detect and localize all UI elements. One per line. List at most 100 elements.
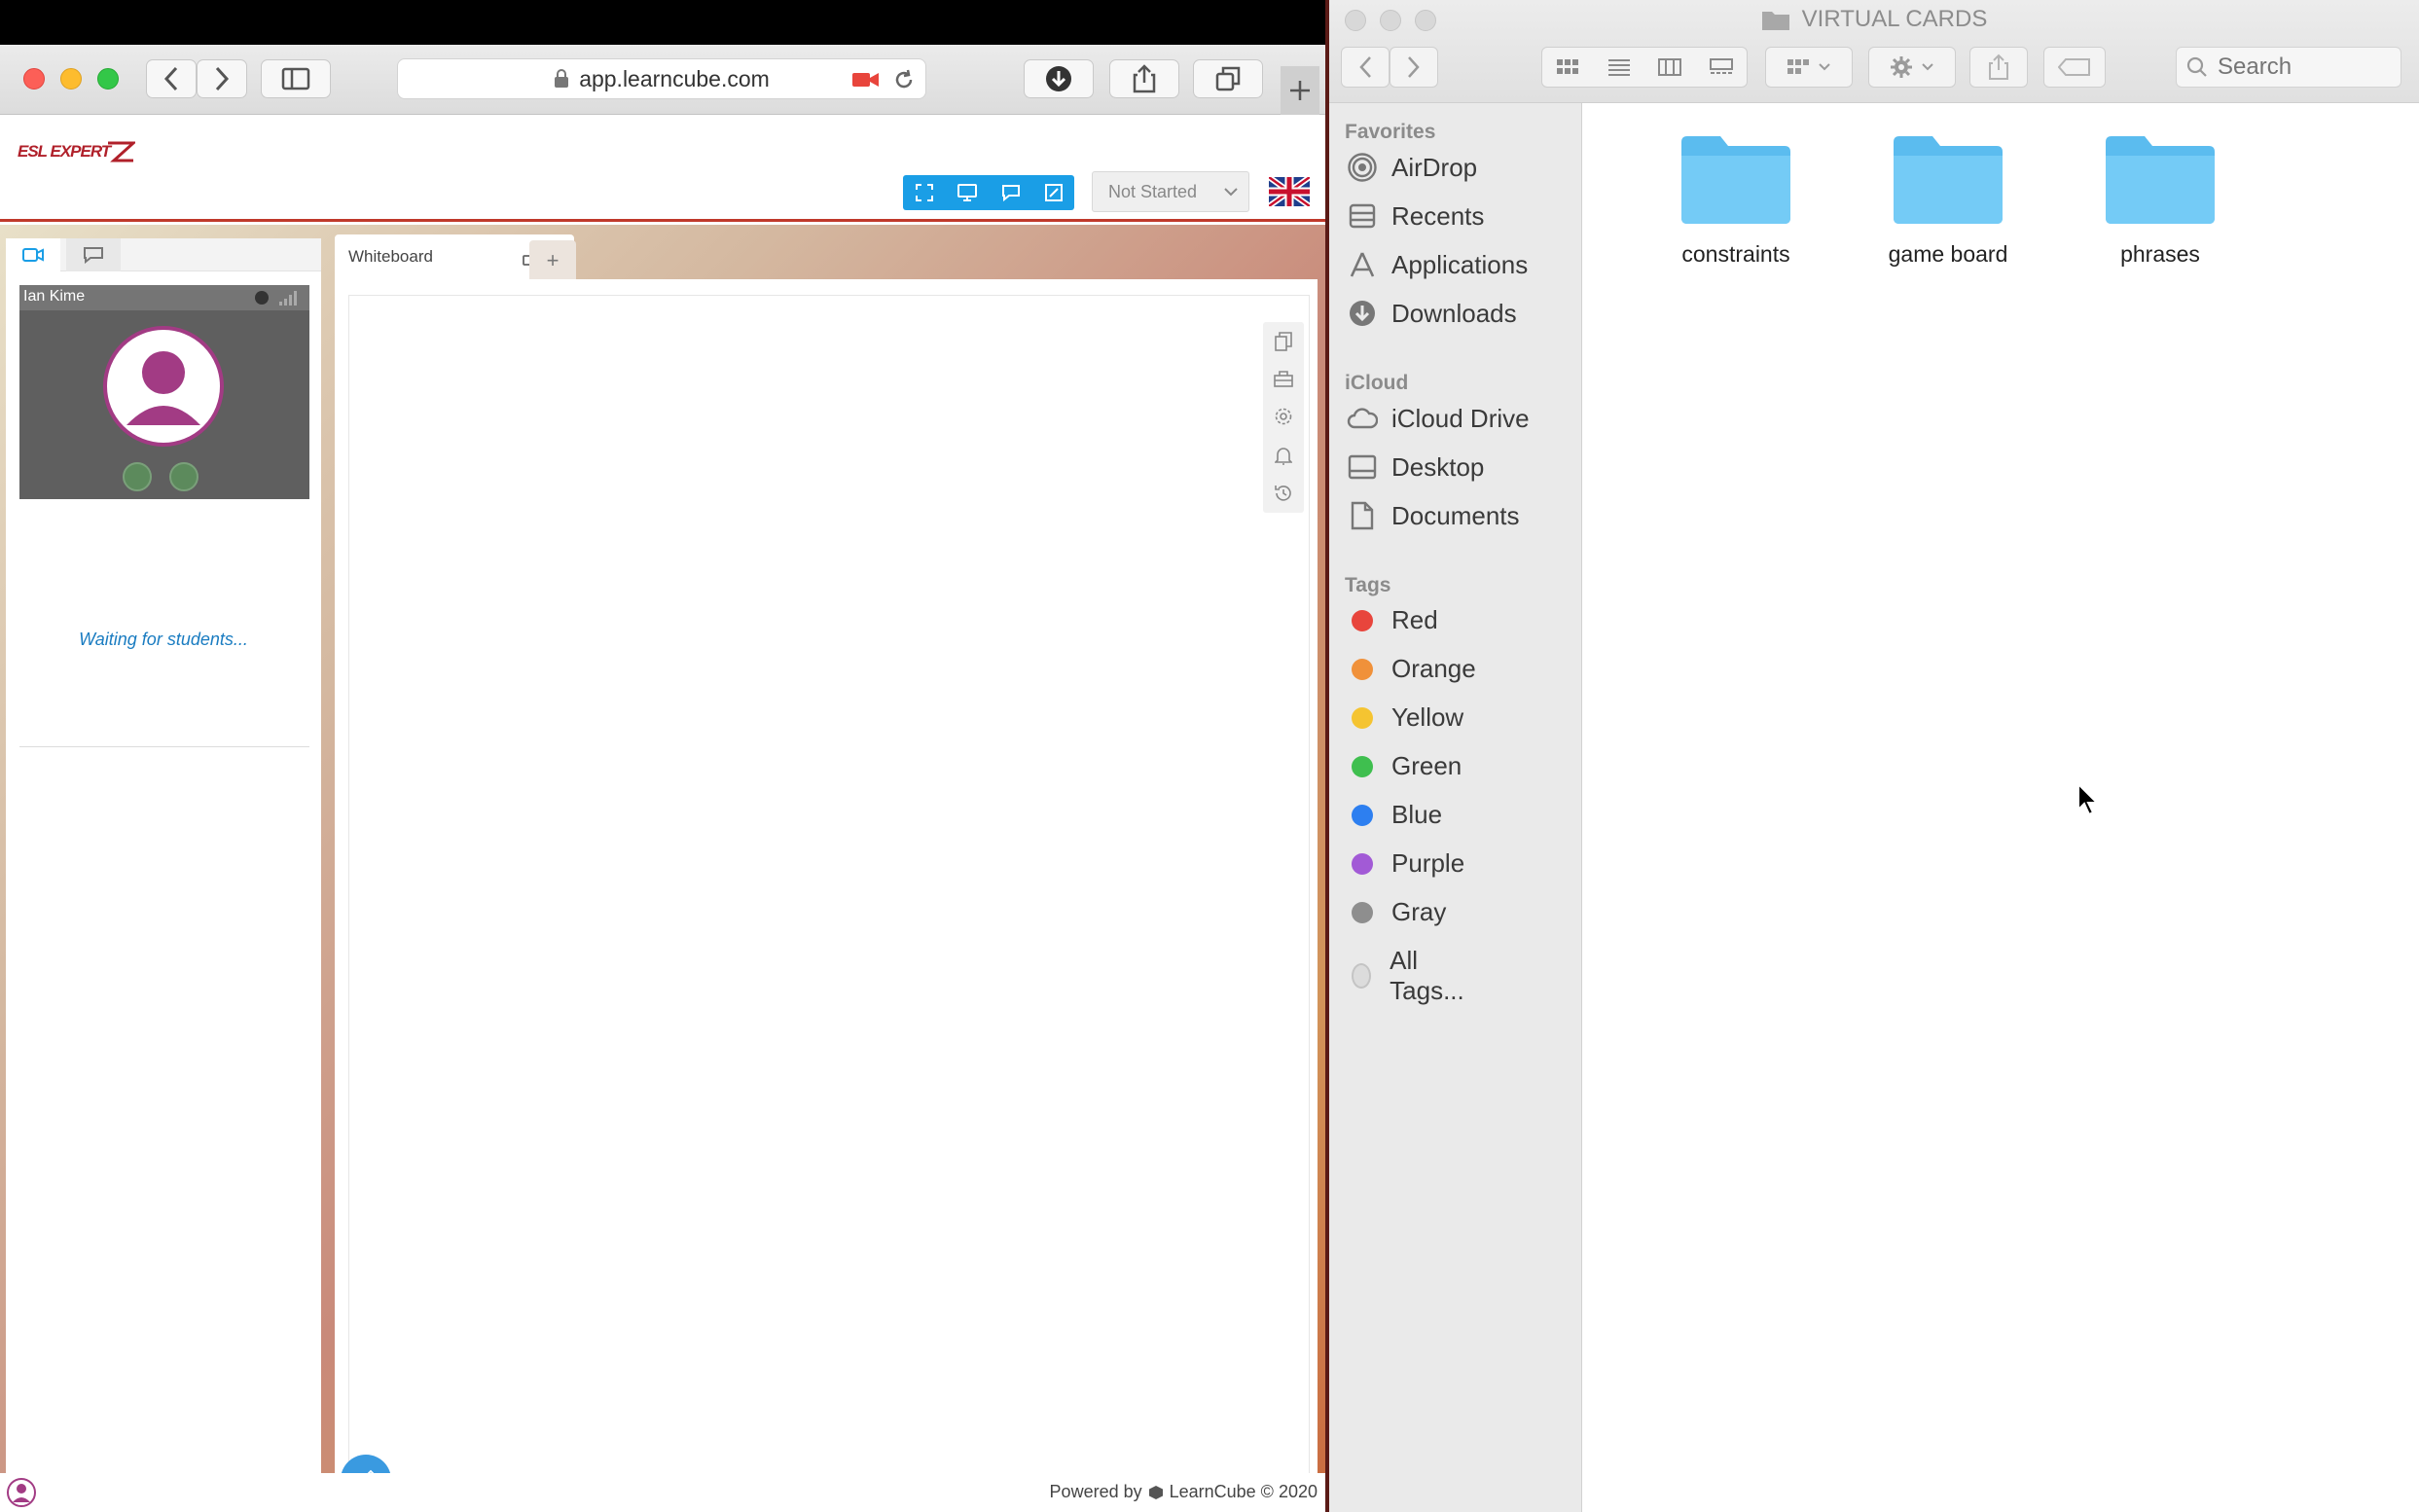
reload-icon[interactable] <box>892 68 916 91</box>
folder-icon <box>1681 136 1790 224</box>
sidebar-tag-item[interactable]: Gray <box>1347 897 1446 927</box>
downloads-button[interactable] <box>1024 59 1094 98</box>
learncube-cube-icon <box>1148 1485 1163 1499</box>
folder-icon <box>1894 136 2003 224</box>
sidebar-tag-item[interactable]: Purple <box>1347 848 1464 879</box>
cloud-icon <box>1347 403 1378 434</box>
tag-color-dot-icon <box>1352 804 1373 826</box>
edit-icon[interactable] <box>1044 184 1063 201</box>
sidebar-item-icloud-drive[interactable]: iCloud Drive <box>1347 403 1530 434</box>
document-icon <box>1347 500 1378 531</box>
screen-share-icon[interactable] <box>957 184 977 201</box>
gear-icon <box>1891 56 1912 78</box>
user-avatar-icon[interactable] <box>6 1477 37 1508</box>
tag-color-dot-icon <box>1352 901 1373 923</box>
share-button[interactable] <box>1109 59 1179 98</box>
folder-game-board[interactable]: game board <box>1841 132 2055 268</box>
camera-recording-icon[interactable] <box>851 70 881 90</box>
group-icon <box>1787 59 1809 74</box>
chat-icon[interactable] <box>1001 184 1021 201</box>
sidebar-item-desktop[interactable]: Desktop <box>1347 451 1484 483</box>
class-status-select[interactable]: Not Started <box>1092 171 1249 212</box>
edit-tags-button[interactable] <box>2043 47 2106 88</box>
microphone-toggle[interactable] <box>123 462 152 491</box>
chevron-down-icon <box>1224 188 1238 197</box>
sidebar-item-applications[interactable]: Applications <box>1347 249 1528 280</box>
group-by-button[interactable] <box>1765 47 1853 88</box>
folder-label: game board <box>1888 241 2008 267</box>
chat-tab[interactable] <box>66 238 121 271</box>
new-tab-button[interactable] <box>1281 66 1319 115</box>
finder-sidebar: Favorites AirDrop Recents Applications D… <box>1329 103 1582 1512</box>
sidebar-tag-label: Red <box>1391 605 1438 634</box>
search-icon <box>2186 56 2207 77</box>
classroom-area: Ian Kime Waiting for students... Whitebo… <box>0 225 1325 1512</box>
participant-name-bar: Ian Kime <box>19 285 309 310</box>
sidebar-item-downloads[interactable]: Downloads <box>1347 298 1517 329</box>
lock-icon <box>555 69 569 88</box>
search-input[interactable] <box>2216 53 2385 82</box>
sidebar-tag-item[interactable]: All Tags... <box>1347 946 1470 1006</box>
forward-button[interactable] <box>197 59 247 98</box>
zoom-window-button[interactable] <box>97 68 119 90</box>
sidebar-tag-item[interactable]: Blue <box>1347 800 1442 830</box>
sidebar-tag-label: Blue <box>1391 800 1443 829</box>
uk-flag-icon[interactable] <box>1269 177 1310 206</box>
sidebar-item-recents[interactable]: Recents <box>1347 200 1484 232</box>
favorites-header: Favorites <box>1345 121 1436 143</box>
sidebar-item-label: Recents <box>1391 200 1485 231</box>
settings-gear-icon[interactable] <box>1274 407 1293 426</box>
finder-back-button[interactable] <box>1341 47 1390 88</box>
add-tab-button[interactable]: + <box>529 240 576 281</box>
column-view-icon[interactable] <box>1658 57 1682 77</box>
sidebar-tag-label: Orange <box>1391 654 1476 683</box>
sidebar-tag-label: Green <box>1391 751 1462 780</box>
sidebar-tag-item[interactable]: Orange <box>1347 654 1476 684</box>
download-icon <box>1046 66 1071 91</box>
chevron-left-icon <box>1359 56 1371 78</box>
whiteboard-canvas[interactable] <box>348 295 1310 1497</box>
toolbox-icon[interactable] <box>1274 370 1293 388</box>
participant-video-tile: Ian Kime <box>19 285 309 499</box>
tabs-overview-button[interactable] <box>1193 59 1263 98</box>
mouse-cursor-icon <box>2077 782 2100 816</box>
video-tab[interactable] <box>6 238 60 271</box>
sidebar-tag-item[interactable]: Yellow <box>1347 702 1463 733</box>
finder-share-button[interactable] <box>1969 47 2028 88</box>
esl-expert-logo[interactable]: ESL EXPERT <box>18 134 136 169</box>
sidebar-tag-item[interactable]: Red <box>1347 605 1438 635</box>
address-bar[interactable]: app.learncube.com <box>397 58 926 99</box>
sidebar-tag-label: Gray <box>1391 897 1447 926</box>
tag-icon <box>2058 58 2090 76</box>
sidebar-tag-label: All Tags... <box>1390 946 1464 1005</box>
history-icon[interactable] <box>1274 484 1293 503</box>
sidebar-item-airdrop[interactable]: AirDrop <box>1347 152 1477 183</box>
finder-forward-button[interactable] <box>1390 47 1438 88</box>
close-window-button[interactable] <box>23 68 45 90</box>
waiting-message: Waiting for students... <box>79 630 248 649</box>
folder-constraints[interactable]: constraints <box>1629 132 1843 268</box>
folder-phrases[interactable]: phrases <box>2053 132 2267 268</box>
user-icon <box>126 351 200 425</box>
tag-color-dot-icon <box>1352 609 1373 631</box>
list-view-icon[interactable] <box>1607 57 1631 77</box>
sidebar-icon <box>281 67 310 90</box>
sidebar-tag-item[interactable]: Green <box>1347 751 1462 781</box>
sidebar-toggle-button[interactable] <box>261 59 331 98</box>
share-icon <box>1133 64 1156 93</box>
sidebar-item-documents[interactable]: Documents <box>1347 500 1520 531</box>
finder-window: VIRTUAL CARDS Search Favorites AirDrop R… <box>1329 0 2419 1512</box>
action-menu-button[interactable] <box>1868 47 1956 88</box>
copy-icon[interactable] <box>1275 331 1292 351</box>
gallery-view-icon[interactable] <box>1709 57 1733 77</box>
folder-label: constraints <box>1681 241 1790 267</box>
camera-toggle[interactable] <box>169 462 199 491</box>
minimize-window-button[interactable] <box>60 68 82 90</box>
icon-view-icon[interactable] <box>1556 57 1579 77</box>
share-icon <box>1989 54 2008 80</box>
finder-search-field[interactable] <box>2176 47 2401 88</box>
left-panel: Ian Kime Waiting for students... <box>6 238 321 1500</box>
bell-icon[interactable] <box>1275 446 1292 465</box>
fullscreen-icon[interactable] <box>915 184 933 201</box>
back-button[interactable] <box>146 59 197 98</box>
